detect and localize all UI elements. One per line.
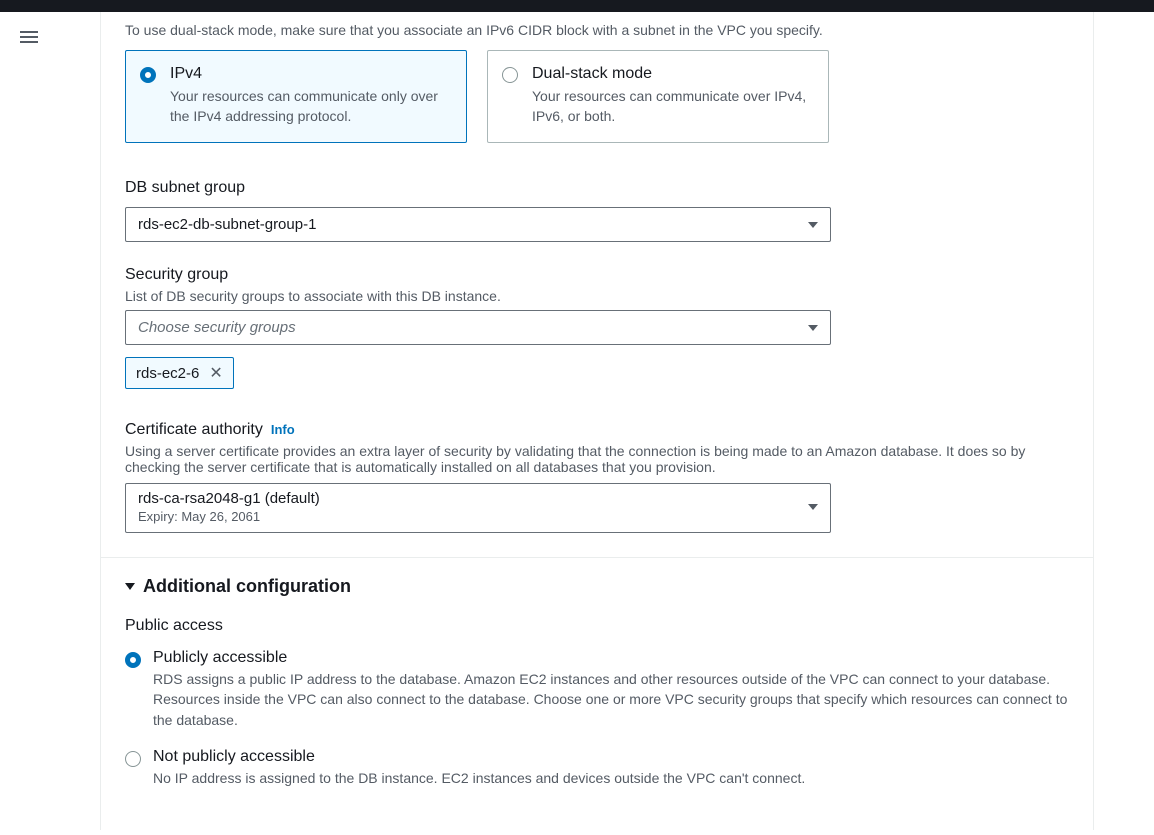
dualstack-desc: Your resources can communicate over IPv4… [532, 87, 812, 126]
radio-selected-icon [125, 652, 141, 668]
public-access-label: Public access [125, 617, 1069, 635]
security-group-placeholder: Choose security groups [138, 319, 296, 336]
not-publicly-accessible-desc: No IP address is assigned to the DB inst… [153, 768, 805, 788]
radio-unselected-icon [125, 751, 141, 767]
hamburger-menu-icon[interactable] [20, 28, 38, 46]
dualstack-title: Dual-stack mode [532, 65, 812, 83]
not-publicly-accessible-option[interactable]: Not publicly accessible No IP address is… [125, 748, 1069, 788]
security-group-select[interactable]: Choose security groups [125, 310, 831, 345]
chevron-down-icon [808, 325, 818, 331]
ipv4-desc: Your resources can communicate only over… [170, 87, 450, 126]
cert-authority-label: Certificate authority [125, 421, 263, 439]
network-type-dualstack-card[interactable]: Dual-stack mode Your resources can commu… [487, 50, 829, 143]
cert-authority-select[interactable]: rds-ca-rsa2048-g1 (default) Expiry: May … [125, 483, 831, 533]
top-nav-bar [0, 0, 1154, 12]
additional-config-title: Additional configuration [143, 576, 351, 597]
security-group-label: Security group [125, 266, 1069, 284]
network-type-ipv4-card[interactable]: IPv4 Your resources can communicate only… [125, 50, 467, 143]
dualstack-help-text: To use dual-stack mode, make sure that y… [125, 22, 1069, 38]
publicly-accessible-desc: RDS assigns a public IP address to the d… [153, 669, 1069, 730]
additional-config-toggle[interactable]: Additional configuration [125, 576, 1069, 597]
cert-value: rds-ca-rsa2048-g1 (default) [138, 490, 320, 507]
db-subnet-group-select[interactable]: rds-ec2-db-subnet-group-1 [125, 207, 831, 242]
db-subnet-group-value: rds-ec2-db-subnet-group-1 [138, 216, 316, 233]
security-group-chip[interactable]: rds-ec2-6 ✕ [125, 357, 234, 389]
cert-info-link[interactable]: Info [271, 422, 295, 437]
close-icon[interactable]: ✕ [209, 363, 222, 383]
radio-selected-icon [140, 67, 156, 83]
ipv4-title: IPv4 [170, 65, 450, 83]
chevron-down-icon [808, 222, 818, 228]
cert-help-text: Using a server certificate provides an e… [125, 443, 1069, 475]
radio-unselected-icon [502, 67, 518, 83]
section-divider [101, 557, 1093, 558]
publicly-accessible-option[interactable]: Publicly accessible RDS assigns a public… [125, 649, 1069, 730]
publicly-accessible-title: Publicly accessible [153, 649, 1069, 667]
db-subnet-group-label: DB subnet group [125, 179, 1069, 197]
chip-label: rds-ec2-6 [136, 365, 199, 382]
cert-expiry: Expiry: May 26, 2061 [138, 509, 320, 524]
security-group-help: List of DB security groups to associate … [125, 288, 1069, 304]
not-publicly-accessible-title: Not publicly accessible [153, 748, 805, 766]
chevron-down-icon [125, 583, 135, 590]
chevron-down-icon [808, 504, 818, 510]
